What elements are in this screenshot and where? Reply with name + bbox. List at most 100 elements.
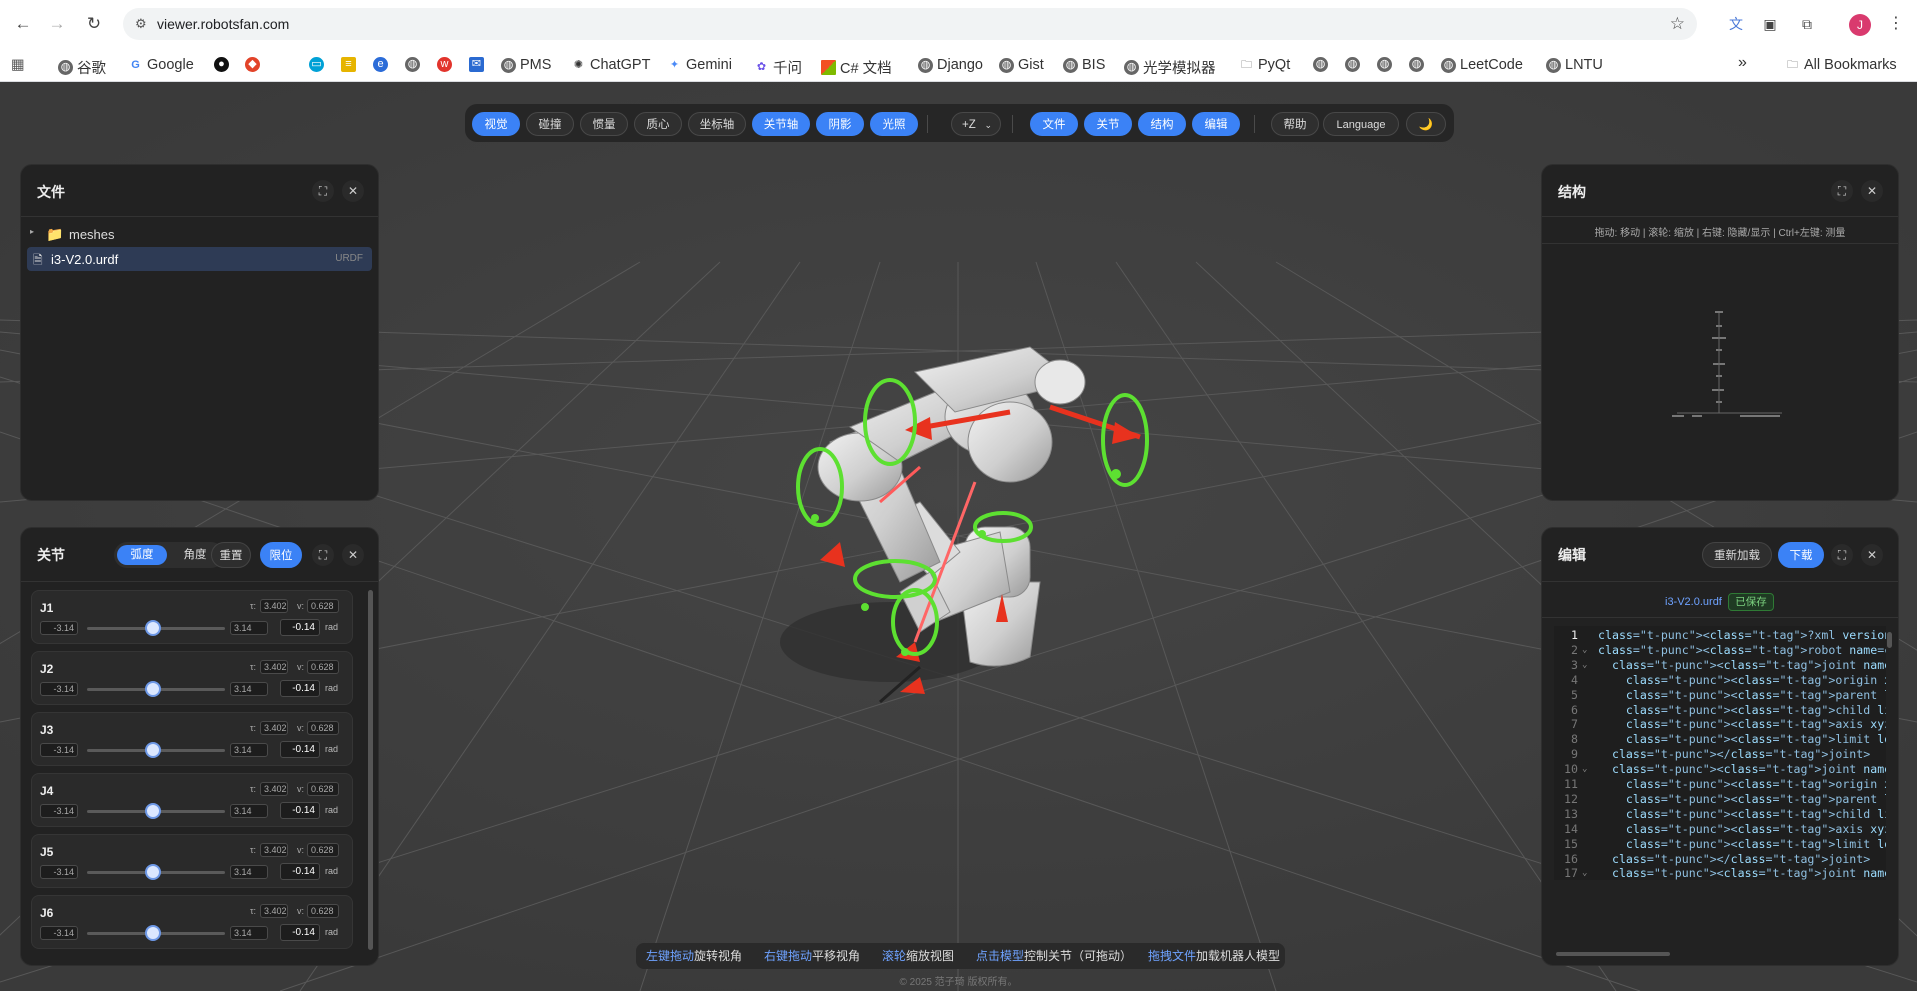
toggle-structure-panel[interactable]: 结构 [1138, 112, 1186, 136]
max-limit-input[interactable]: 3.14 [230, 926, 268, 940]
toggle-com[interactable]: 质心 [634, 112, 682, 136]
profile-avatar[interactable]: J [1849, 14, 1871, 36]
code-line[interactable]: 17 ⌄ class="t-punc"><class="t-tag">joint … [1554, 866, 1886, 880]
toggle-visual[interactable]: 视觉 [472, 112, 520, 136]
address-bar[interactable]: ⚙ viewer.robotsfan.com ☆ [123, 8, 1697, 40]
max-limit-input[interactable]: 3.14 [230, 804, 268, 818]
code-line[interactable]: 11 class="t-punc"><class="t-tag">origin … [1554, 777, 1886, 792]
theme-toggle-moon-icon[interactable]: 🌙 [1406, 112, 1446, 136]
code-line[interactable]: 5 class="t-punc"><class="t-tag">parent l… [1554, 688, 1886, 703]
joint-value-input[interactable]: -0.14 [280, 924, 320, 941]
effort-input[interactable]: 3.402 [260, 782, 288, 796]
toggle-edit-panel[interactable]: 编辑 [1192, 112, 1240, 136]
maximize-icon[interactable]: ⛶ [1831, 544, 1853, 566]
maximize-icon[interactable]: ⛶ [312, 544, 334, 566]
bookmarks-overflow-icon[interactable]: » [1738, 54, 1747, 72]
bookmark-pms[interactable]: ◍ PMS [501, 57, 551, 73]
joint-slider-thumb[interactable] [144, 925, 161, 941]
velocity-input[interactable]: 0.628 [307, 660, 339, 674]
site-info-icon[interactable]: ⚙ [135, 16, 151, 32]
max-limit-input[interactable]: 3.14 [230, 682, 268, 696]
max-limit-input[interactable]: 3.14 [230, 743, 268, 757]
code-line[interactable]: 15 class="t-punc"><class="t-tag">limit l… [1554, 837, 1886, 852]
code-line[interactable]: 10 ⌄ class="t-punc"><class="t-tag">joint … [1554, 762, 1886, 777]
velocity-input[interactable]: 0.628 [307, 843, 339, 857]
code-line[interactable]: 12 class="t-punc"><class="t-tag">parent … [1554, 792, 1886, 807]
bookmark-google[interactable]: G Google [128, 57, 194, 73]
min-limit-input[interactable]: -3.14 [40, 682, 78, 696]
limit-toggle-button[interactable]: 限位 [260, 542, 302, 568]
tree-item-file[interactable]: 🗎 i3-V2.0.urdf URDF [27, 247, 372, 271]
apps-icon[interactable]: ▦ [11, 57, 25, 73]
toggle-joint-axes[interactable]: 关节轴 [752, 112, 810, 136]
bookmark-weibo[interactable]: w [437, 57, 452, 72]
effort-input[interactable]: 3.402 [260, 843, 288, 857]
code-line[interactable]: 7 class="t-punc"><class="t-tag">axis xyz… [1554, 717, 1886, 732]
joint-value-input[interactable]: -0.14 [280, 863, 320, 880]
code-editor[interactable]: 1 class="t-punc"><class="t-tag">?xml vers… [1554, 626, 1886, 880]
close-icon[interactable]: ✕ [342, 180, 364, 202]
joint-slider-thumb[interactable] [144, 620, 161, 636]
bookmark-edge[interactable]: e [373, 57, 388, 72]
reset-button[interactable]: 重置 [211, 542, 251, 568]
velocity-input[interactable]: 0.628 [307, 721, 339, 735]
bookmark-django[interactable]: ◍ Django [918, 57, 983, 73]
joint-value-input[interactable]: -0.14 [280, 802, 320, 819]
download-button[interactable]: 下载 [1778, 542, 1824, 568]
toggle-joint-panel[interactable]: 关节 [1084, 112, 1132, 136]
bookmark-bis[interactable]: ◍ BIS [1063, 57, 1105, 73]
code-line[interactable]: 3 ⌄ class="t-punc"><class="t-tag">joint n… [1554, 658, 1886, 673]
min-limit-input[interactable]: -3.14 [40, 804, 78, 818]
bookmark-bilibili[interactable]: ▭ [309, 57, 324, 72]
code-line[interactable]: 9 class="t-punc"></class="t-tag">joint> [1554, 747, 1886, 762]
bookmark-guge[interactable]: ◍ 谷歌 [58, 57, 106, 78]
editor-vscrollbar[interactable] [1887, 632, 1892, 648]
back-icon[interactable]: ← [11, 12, 35, 36]
bookmark-lntu[interactable]: ◍ LNTU [1546, 57, 1603, 73]
effort-input[interactable]: 3.402 [260, 721, 288, 735]
bookmark-globe-3[interactable]: ◍ [1345, 57, 1360, 72]
bookmark-github[interactable]: ● [214, 57, 229, 72]
effort-input[interactable]: 3.402 [260, 660, 288, 674]
bookmark-globe-4[interactable]: ◍ [1377, 57, 1392, 72]
tree-item-folder[interactable]: ▸ 📁 meshes [27, 222, 372, 246]
velocity-input[interactable]: 0.628 [307, 904, 339, 918]
joint-list-scrollbar[interactable] [368, 590, 373, 950]
joint-slider-thumb[interactable] [144, 681, 161, 697]
language-button[interactable]: Language [1323, 112, 1399, 136]
reload-icon[interactable]: ↻ [82, 12, 106, 36]
help-button[interactable]: 帮助 [1271, 112, 1319, 136]
close-icon[interactable]: ✕ [1861, 544, 1883, 566]
editor-hscrollbar[interactable] [1556, 952, 1670, 956]
url-text[interactable]: viewer.robotsfan.com [157, 16, 289, 32]
code-line[interactable]: 2 ⌄ class="t-punc"><class="t-tag">robot na… [1554, 643, 1886, 658]
toggle-axes[interactable]: 坐标轴 [688, 112, 746, 136]
max-limit-input[interactable]: 3.14 [230, 621, 268, 635]
bookmark-globe[interactable]: ◍ [405, 57, 420, 72]
bookmark-csharp[interactable]: C# 文档 [821, 57, 892, 78]
joint-slider-thumb[interactable] [144, 803, 161, 819]
bookmark-gist[interactable]: ◍ Gist [999, 57, 1044, 73]
bookmark-notes[interactable]: ≡ [341, 57, 356, 72]
unit-radian-option[interactable]: 弧度 [117, 545, 167, 565]
translate-icon[interactable]: 文 [1726, 14, 1746, 34]
bookmark-globe-5[interactable]: ◍ [1409, 57, 1424, 72]
bookmark-gitlab[interactable]: ◆ [245, 57, 260, 72]
code-line[interactable]: 13 class="t-punc"><class="t-tag">child l… [1554, 807, 1886, 822]
min-limit-input[interactable]: -3.14 [40, 621, 78, 635]
code-line[interactable]: 8 class="t-punc"><class="t-tag">limit lo… [1554, 732, 1886, 747]
velocity-input[interactable]: 0.628 [307, 599, 339, 613]
bookmark-star-icon[interactable]: ☆ [1670, 14, 1685, 34]
bookmark-mail[interactable]: ✉ [469, 57, 484, 72]
code-line[interactable]: 14 class="t-punc"><class="t-tag">axis xy… [1554, 822, 1886, 837]
menu-icon[interactable]: ⋮ [1886, 14, 1906, 34]
fold-chevron-icon[interactable]: ⌄ [1582, 658, 1587, 673]
maximize-icon[interactable]: ⛶ [312, 180, 334, 202]
code-line[interactable]: 4 class="t-punc"><class="t-tag">origin x… [1554, 673, 1886, 688]
joint-slider-thumb[interactable] [144, 742, 161, 758]
toggle-shadow[interactable]: 阴影 [816, 112, 864, 136]
bookmark-qianwen[interactable]: ✿ 千问 [754, 57, 802, 78]
toggle-inertia[interactable]: 惯量 [580, 112, 628, 136]
velocity-input[interactable]: 0.628 [307, 782, 339, 796]
incognito-icon[interactable]: ▣ [1760, 14, 1780, 34]
